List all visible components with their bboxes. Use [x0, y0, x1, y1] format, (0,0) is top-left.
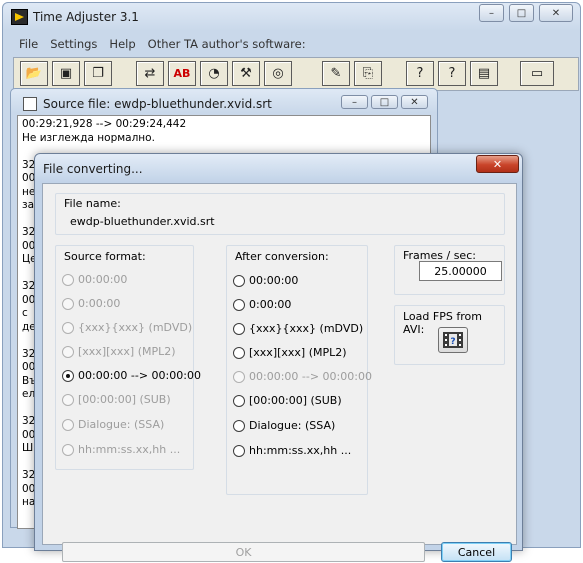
fps-group: Frames / sec: 25.00000 — [394, 245, 505, 295]
target-option-disabled: 00:00:00 --> 00:00:00 — [233, 370, 372, 383]
option-label: Dialogue: (SSA) — [78, 418, 165, 431]
open-folder-icon[interactable]: 📂 — [20, 61, 48, 86]
radio-button[interactable] — [233, 298, 245, 311]
cancel-button[interactable]: Cancel — [441, 542, 512, 562]
menu-other-software[interactable]: Other TA author's software: — [148, 37, 306, 51]
radio-button[interactable] — [233, 444, 245, 457]
target-option[interactable]: [00:00:00] (SUB) — [233, 394, 342, 407]
dialog-title: File converting... — [43, 162, 143, 176]
option-label: {xxx}{xxx} (mDVD) — [78, 321, 193, 334]
file-name-label: File name: — [64, 197, 121, 210]
source-option[interactable]: 0:00:00 — [62, 297, 120, 310]
target-option[interactable]: 0:00:00 — [233, 298, 291, 311]
option-label: 00:00:00 --> 00:00:00 — [78, 369, 201, 382]
menu-bar: File Settings Help Other TA author's sof… — [13, 35, 579, 53]
child-maximize-button[interactable]: □ — [371, 95, 398, 109]
menu-file[interactable]: File — [19, 37, 38, 51]
radio-button — [233, 370, 245, 383]
after-conversion-group: After conversion: 00:00:00 0:00:00 {xxx}… — [226, 245, 372, 495]
save-all-icon[interactable]: ❐ — [84, 61, 112, 86]
help-document-icon[interactable]: ? — [406, 61, 434, 86]
hammer-icon[interactable]: ⚒ — [232, 61, 260, 86]
target-option[interactable]: Dialogue: (SSA) — [233, 419, 335, 432]
child-minimize-button[interactable]: – — [341, 95, 368, 109]
load-fps-button[interactable]: ? — [438, 327, 468, 353]
radio-button[interactable] — [233, 322, 245, 335]
target-option[interactable]: hh:mm:ss.xx,hh ... — [233, 444, 351, 457]
radio-button[interactable] — [62, 297, 74, 310]
option-label: 0:00:00 — [78, 297, 121, 310]
option-label: 00:00:00 --> 00:00:00 — [249, 370, 372, 383]
radio-button[interactable] — [62, 321, 74, 334]
app-logo-icon — [11, 9, 28, 25]
clock-icon[interactable]: ◔ — [200, 61, 228, 86]
svg-text:?: ? — [450, 337, 455, 347]
radio-button[interactable] — [233, 394, 245, 407]
radio-button[interactable] — [62, 418, 74, 431]
radio-button[interactable] — [62, 369, 74, 382]
option-label: hh:mm:ss.xx,hh ... — [78, 443, 181, 456]
film-reel-icon[interactable]: ◎ — [264, 61, 292, 86]
after-conversion-label: After conversion: — [235, 250, 329, 263]
source-option[interactable]: hh:mm:ss.xx,hh ... — [62, 443, 180, 456]
document-icon — [23, 97, 37, 111]
source-file-title: Source file: ewdp-bluethunder.xvid.srt — [43, 97, 272, 111]
option-label: [00:00:00] (SUB) — [78, 393, 171, 406]
text-line: Не изглежда нормално. — [22, 131, 155, 144]
radio-button[interactable] — [233, 274, 245, 287]
toolbar: 📂 ▣ ❐ ⇄ AB ◔ ⚒ ◎ ✎ ⎘ ? ? ▤ ▭ — [13, 57, 579, 91]
source-format-group: Source format: 00:00:00 0:00:00 {xxx}{xx… — [55, 245, 201, 470]
file-name-value: ewdp-bluethunder.xvid.srt — [70, 215, 215, 228]
option-label: [00:00:00] (SUB) — [249, 394, 342, 407]
document-edit-icon[interactable]: ✎ — [322, 61, 350, 86]
radio-button[interactable] — [62, 345, 74, 358]
dialog-body: File name: ewdp-bluethunder.xvid.srt Sou… — [42, 183, 517, 562]
minimize-button[interactable]: – — [479, 4, 504, 22]
source-format-label: Source format: — [64, 250, 146, 263]
source-option[interactable]: Dialogue: (SSA) — [62, 418, 164, 431]
option-label: 00:00:00 — [249, 274, 299, 287]
option-label: {xxx}{xxx} (mDVD) — [249, 322, 364, 335]
radio-button[interactable] — [62, 273, 74, 286]
dialog-close-button[interactable]: ✕ — [476, 155, 519, 173]
option-label: [xxx][xxx] (MPL2) — [78, 345, 176, 358]
target-option[interactable]: [xxx][xxx] (MPL2) — [233, 346, 347, 359]
fps-input[interactable]: 25.00000 — [419, 261, 502, 281]
close-button[interactable]: ✕ — [539, 4, 573, 22]
source-option[interactable]: 00:00:00 — [62, 273, 127, 286]
ok-button[interactable]: OK — [62, 542, 425, 562]
file-converting-dialog: File converting... ✕ File name: ewdp-blu… — [34, 153, 523, 562]
help-film-icon[interactable]: ? — [438, 61, 466, 86]
load-fps-group: Load FPS from AVI: ? — [394, 305, 505, 365]
option-label: Dialogue: (SSA) — [249, 419, 336, 432]
target-option[interactable]: {xxx}{xxx} (mDVD) — [233, 322, 363, 335]
a-b-replace-icon[interactable]: AB — [168, 61, 196, 86]
child-close-button[interactable]: ✕ — [401, 95, 428, 109]
menu-help[interactable]: Help — [109, 37, 135, 51]
swap-arrows-icon[interactable]: ⇄ — [136, 61, 164, 86]
source-option-selected[interactable]: 00:00:00 --> 00:00:00 — [62, 369, 201, 382]
option-label: 00:00:00 — [78, 273, 128, 286]
film-help-icon: ? — [443, 332, 463, 348]
option-label: 0:00:00 — [249, 298, 292, 311]
radio-button[interactable] — [62, 393, 74, 406]
source-option[interactable]: [00:00:00] (SUB) — [62, 393, 171, 406]
target-option[interactable]: 00:00:00 — [233, 274, 298, 287]
menu-settings[interactable]: Settings — [50, 37, 97, 51]
source-option[interactable]: {xxx}{xxx} (mDVD) — [62, 321, 192, 334]
radio-button[interactable] — [62, 443, 74, 456]
app-title: Time Adjuster 3.1 — [33, 10, 139, 24]
option-label: [xxx][xxx] (MPL2) — [249, 346, 347, 359]
option-label: hh:mm:ss.xx,hh ... — [249, 444, 352, 457]
file-name-group: File name: ewdp-bluethunder.xvid.srt — [55, 193, 505, 235]
save-icon[interactable]: ▣ — [52, 61, 80, 86]
source-option[interactable]: [xxx][xxx] (MPL2) — [62, 345, 176, 358]
document-merge-icon[interactable]: ⎘ — [354, 61, 382, 86]
radio-button[interactable] — [233, 346, 245, 359]
maximize-button[interactable]: □ — [509, 4, 534, 22]
radio-button[interactable] — [233, 419, 245, 432]
report-icon[interactable]: ▤ — [470, 61, 498, 86]
text-line: 00:29:21,928 --> 00:29:24,442 — [22, 118, 187, 130]
window-icon[interactable]: ▭ — [520, 61, 554, 86]
